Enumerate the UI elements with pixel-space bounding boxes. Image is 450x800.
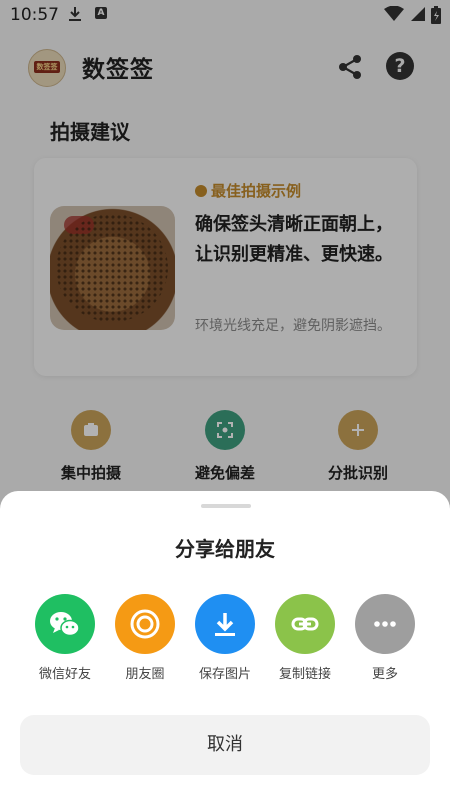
share-option-label: 保存图片 bbox=[198, 667, 251, 682]
share-sheet-title: 分享给朋友 bbox=[175, 537, 275, 561]
share-more[interactable]: 更多 bbox=[345, 594, 425, 682]
more-icon bbox=[355, 594, 415, 654]
wechat-icon bbox=[35, 594, 95, 654]
share-moments[interactable]: 朋友圈 bbox=[105, 594, 185, 682]
share-wechat-friend[interactable]: 微信好友 bbox=[25, 594, 105, 682]
share-option-label: 更多 bbox=[371, 667, 398, 682]
share-sheet: 分享给朋友 微信好友 朋友圈 保存图片 复制链接 更多 取消 bbox=[0, 491, 450, 800]
moments-icon bbox=[115, 594, 175, 654]
download-icon bbox=[195, 594, 255, 654]
cancel-button[interactable]: 取消 bbox=[20, 715, 430, 775]
drag-handle[interactable] bbox=[201, 504, 251, 508]
share-save-image[interactable]: 保存图片 bbox=[185, 594, 265, 682]
share-option-label: 朋友圈 bbox=[125, 667, 165, 682]
share-copy-link[interactable]: 复制链接 bbox=[265, 594, 345, 682]
share-option-label: 复制链接 bbox=[278, 667, 331, 682]
share-option-label: 微信好友 bbox=[38, 667, 91, 682]
link-icon bbox=[275, 594, 335, 654]
